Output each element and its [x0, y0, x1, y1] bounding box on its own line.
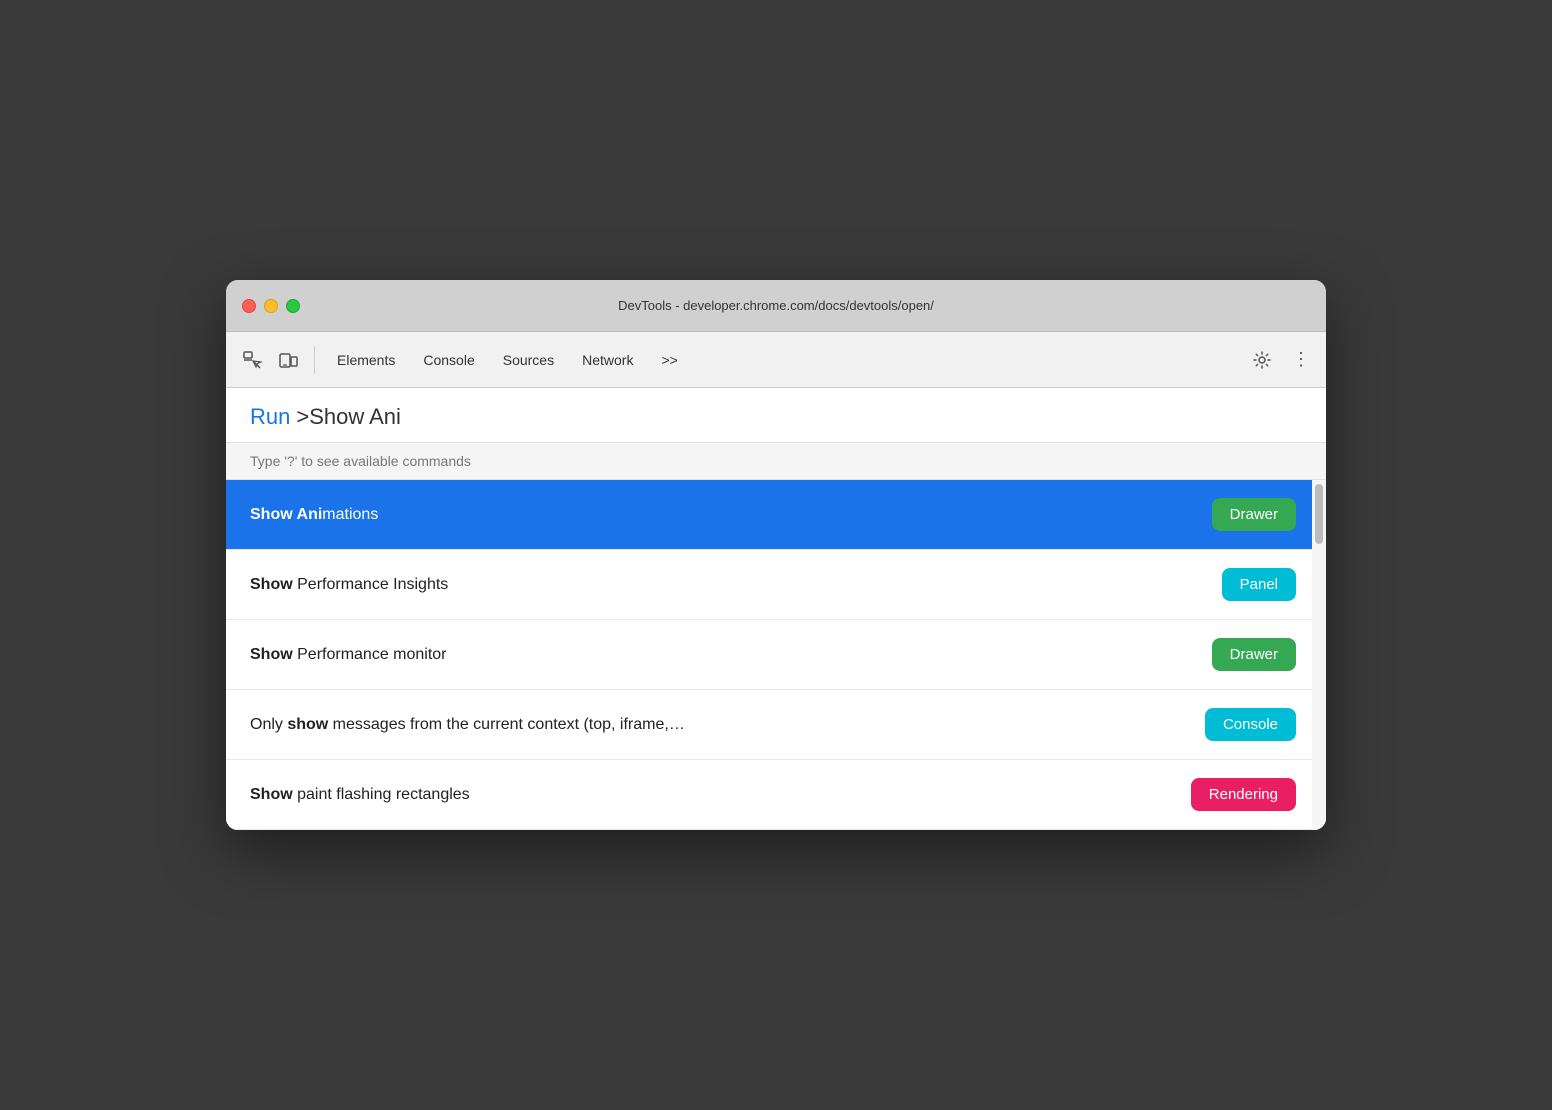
devtools-content: Run >Show Ani Type '?' to see available … — [226, 388, 1326, 830]
tab-elements[interactable]: Elements — [323, 332, 409, 388]
toolbar-separator — [314, 346, 315, 374]
badge-rendering: Rendering — [1191, 778, 1296, 811]
tab-network[interactable]: Network — [568, 332, 647, 388]
settings-button[interactable] — [1244, 344, 1280, 376]
run-label: Run — [250, 404, 290, 430]
result-item-show-animations[interactable]: Show Animations Drawer — [226, 480, 1326, 550]
close-button[interactable] — [242, 299, 256, 313]
scrollbar-track[interactable] — [1312, 480, 1326, 830]
inspect-element-button[interactable] — [234, 344, 270, 376]
command-input-line: Run >Show Ani — [250, 404, 1302, 430]
badge-console: Console — [1205, 708, 1296, 741]
badge-drawer-animations: Drawer — [1212, 498, 1296, 531]
result-item-performance-monitor[interactable]: Show Performance monitor Drawer — [226, 620, 1326, 690]
result-item-show-messages[interactable]: Only show messages from the current cont… — [226, 690, 1326, 760]
result-bold-show: Show Ani — [250, 506, 322, 523]
more-options-button[interactable]: ⋮ — [1284, 343, 1318, 376]
tab-console[interactable]: Console — [409, 332, 488, 388]
minimize-button[interactable] — [264, 299, 278, 313]
badge-drawer-monitor: Drawer — [1212, 638, 1296, 671]
devtools-toolbar: Elements Console Sources Network >> — [226, 332, 1326, 388]
scrollbar-thumb[interactable] — [1315, 484, 1323, 544]
browser-window: DevTools - developer.chrome.com/docs/dev… — [226, 280, 1326, 830]
command-hint: Type '?' to see available commands — [226, 443, 1326, 480]
devtools-panel: Elements Console Sources Network >> — [226, 332, 1326, 830]
tab-sources[interactable]: Sources — [489, 332, 568, 388]
result-label-performance-monitor: Show Performance monitor — [250, 643, 1212, 667]
maximize-button[interactable] — [286, 299, 300, 313]
command-bar: Run >Show Ani — [226, 388, 1326, 443]
result-item-show-paint[interactable]: Show paint flashing rectangles Rendering — [226, 760, 1326, 830]
result-label-show-paint: Show paint flashing rectangles — [250, 783, 1191, 807]
device-toolbar-button[interactable] — [270, 344, 306, 376]
result-label-performance-insights: Show Performance Insights — [250, 573, 1222, 597]
tab-more[interactable]: >> — [647, 332, 691, 388]
badge-panel-insights: Panel — [1222, 568, 1296, 601]
traffic-lights — [242, 299, 300, 313]
toolbar-right: ⋮ — [1244, 343, 1318, 376]
titlebar: DevTools - developer.chrome.com/docs/dev… — [226, 280, 1326, 332]
result-label-show-messages: Only show messages from the current cont… — [250, 713, 1205, 737]
command-input-text[interactable]: >Show Ani — [296, 404, 401, 430]
window-title: DevTools - developer.chrome.com/docs/dev… — [618, 298, 934, 313]
results-list: Show Animations Drawer Show Performance … — [226, 480, 1326, 830]
result-label-show-animations: Show Animations — [250, 503, 1212, 527]
result-item-performance-insights[interactable]: Show Performance Insights Panel — [226, 550, 1326, 620]
